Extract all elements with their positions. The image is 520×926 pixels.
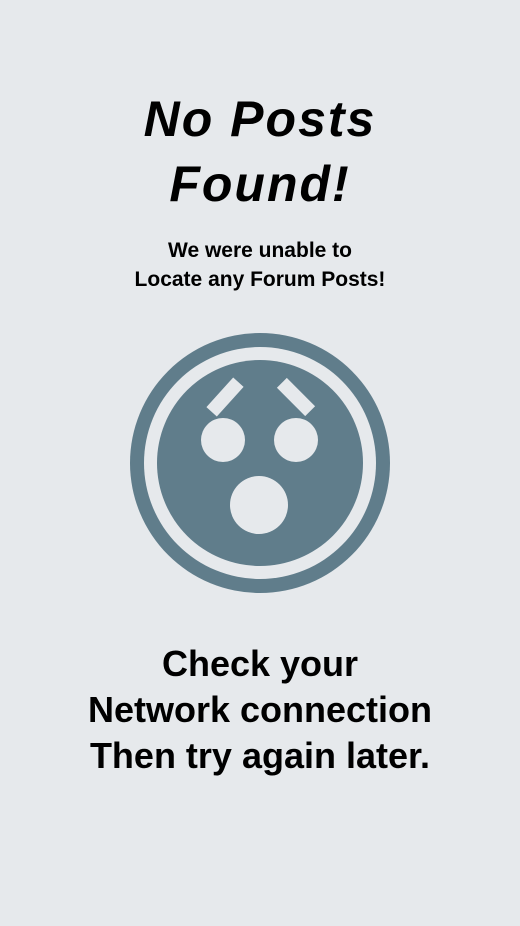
subtitle-line-2: Locate any Forum Posts! (134, 268, 386, 291)
face-disc (157, 360, 363, 566)
title-line-2: Found! (169, 156, 351, 212)
subtitle-line-1: We were unable to (168, 239, 352, 262)
empty-state-screen: No Posts Found! We were unable to Locate… (0, 0, 520, 926)
shocked-face-icon (130, 333, 390, 593)
title-line-1: No Posts (143, 91, 377, 147)
message-line-3: Then try again later. (89, 735, 431, 776)
right-eye (274, 418, 318, 462)
mouth (230, 476, 288, 534)
message-line-1: Check your (161, 643, 359, 684)
left-eye (201, 418, 245, 462)
message-line-2: Network connection (87, 689, 433, 730)
